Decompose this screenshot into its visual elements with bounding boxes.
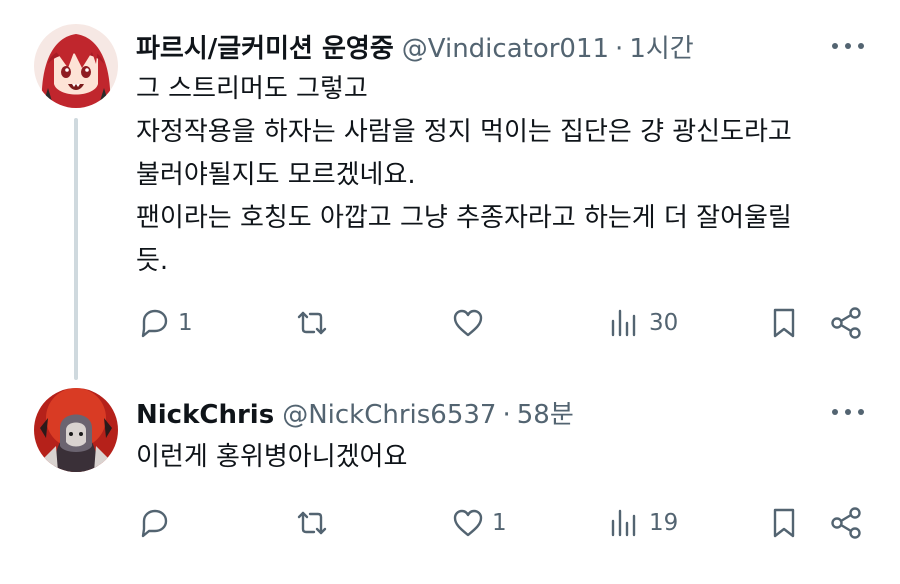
avatar[interactable] — [34, 24, 118, 108]
heart-icon — [453, 309, 483, 337]
share-button[interactable] — [828, 303, 864, 343]
tweet-text-line: 자정작용을 하자는 사람을 정지 먹이는 집단은 걍 광신도라고 — [136, 117, 792, 147]
share-icon — [831, 507, 861, 539]
avatar-dark-figure-icon — [34, 388, 118, 472]
tweet-text: 그 스트리머도 그렇고 자정작용을 하자는 사람을 정지 먹이는 집단은 걍 광… — [136, 68, 880, 283]
display-name[interactable]: NickChris — [136, 400, 274, 430]
retweet-icon — [297, 311, 327, 335]
more-icon[interactable] — [832, 41, 864, 51]
reply-count: 1 — [178, 310, 193, 336]
share-button[interactable] — [828, 503, 864, 543]
retweet-button[interactable] — [294, 303, 336, 343]
user-handle[interactable]: @NickChris6537 — [282, 400, 496, 430]
tweet-text: 이런게 홍위병아니겠어요 — [136, 436, 880, 479]
reply-button[interactable] — [136, 503, 178, 543]
more-icon[interactable] — [832, 407, 864, 417]
tweet-text-line: 팬이라는 호칭도 아깝고 그냥 추종자라고 하는게 더 잘어울릴 — [136, 203, 792, 233]
tweet-header: NickChris @NickChris6537 · 58분 — [136, 394, 574, 431]
separator-dot: · — [615, 34, 624, 64]
bookmark-icon — [773, 308, 795, 338]
retweet-button[interactable] — [294, 503, 336, 543]
views-icon — [611, 509, 636, 537]
heart-icon — [453, 509, 483, 537]
like-count: 1 — [492, 510, 507, 536]
avatar-anime-girl-icon — [34, 24, 118, 108]
avatar[interactable] — [34, 388, 118, 472]
tweet-text-line: 이런게 홍위병아니겠어요 — [136, 442, 408, 472]
bookmark-button[interactable] — [766, 303, 802, 343]
tweet[interactable]: NickChris @NickChris6537 · 58분 이런게 홍위병아니… — [0, 380, 900, 584]
views-button[interactable]: 30 — [607, 303, 678, 343]
share-icon — [831, 307, 861, 339]
retweet-icon — [297, 511, 327, 535]
bookmark-icon — [773, 508, 795, 538]
user-handle[interactable]: @Vindicator011 — [402, 34, 609, 64]
like-button[interactable]: 1 — [450, 503, 507, 543]
action-bar: 1 30 — [0, 303, 900, 343]
action-bar: 1 19 — [0, 503, 900, 543]
timestamp[interactable]: 1시간 — [629, 28, 693, 65]
views-icon — [611, 309, 636, 337]
reply-icon — [141, 309, 168, 338]
view-count: 30 — [649, 310, 679, 336]
tweet-header: 파르시/글커미션 운영중 @Vindicator011 · 1시간 — [136, 28, 694, 65]
tweet[interactable]: 파르시/글커미션 운영중 @Vindicator011 · 1시간 그 스트리머… — [0, 0, 900, 380]
separator-dot: · — [502, 400, 511, 430]
display-name[interactable]: 파르시/글커미션 운영중 — [136, 28, 394, 65]
reply-button[interactable]: 1 — [136, 303, 193, 343]
tweet-text-line: 그 스트리머도 그렇고 — [136, 74, 368, 104]
bookmark-button[interactable] — [766, 503, 802, 543]
view-count: 19 — [649, 510, 679, 536]
tweet-text-line: 불러야될지도 모르겠네요. — [136, 160, 416, 190]
like-button[interactable] — [450, 303, 492, 343]
tweet-text-line: 듯. — [136, 246, 169, 276]
reply-icon — [141, 509, 168, 538]
timestamp[interactable]: 58분 — [517, 394, 574, 431]
views-button[interactable]: 19 — [607, 503, 678, 543]
